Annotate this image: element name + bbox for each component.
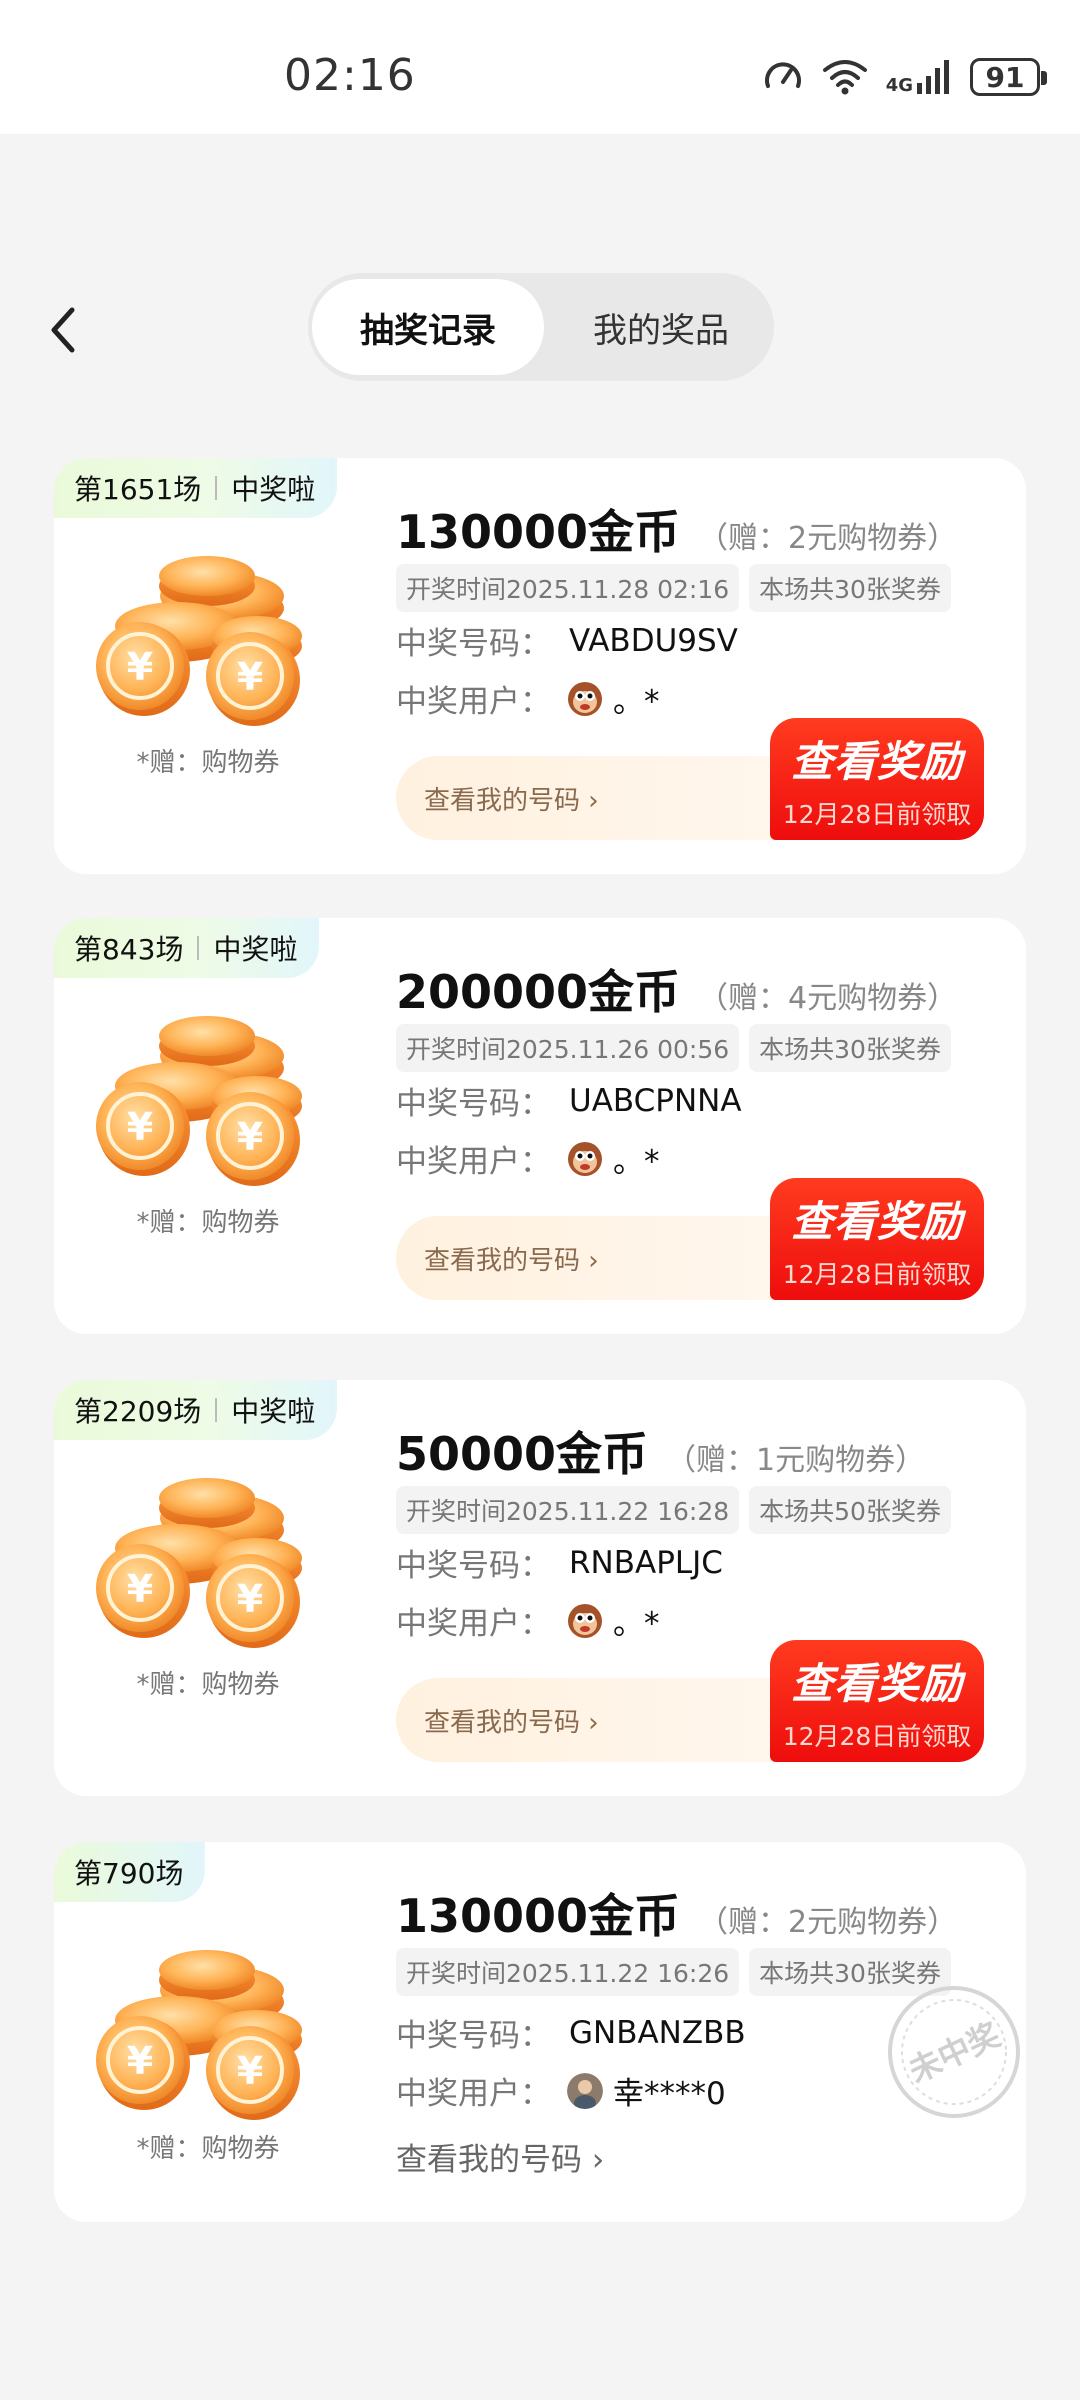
round-number: 第1651场: [74, 473, 202, 506]
prize-amount: 130000金币: [396, 1889, 681, 1943]
tab-switcher: 抽奖记录 我的奖品: [308, 273, 774, 381]
coin-pile-image: [94, 1948, 304, 2122]
view-my-code-link[interactable]: 查看我的号码 ›: [396, 2134, 604, 2179]
coin-pile-image: [94, 1476, 304, 1650]
view-reward-button[interactable]: 查看奖励 12月28日前领取: [770, 1640, 984, 1762]
stamp-label: 未中奖: [903, 2015, 1006, 2090]
winning-code: GNBANZBB: [569, 2014, 746, 2051]
winner-user: 幸****0: [613, 2076, 726, 2112]
speed-gauge-icon: [764, 62, 801, 88]
ticket-count: 本场共30张奖券: [749, 1024, 951, 1072]
reward-button-label: 查看奖励: [790, 737, 963, 786]
draw-time: 开奖时间2025.11.22 16:28: [396, 1486, 740, 1534]
round-tag: 第790场: [54, 1842, 206, 1902]
battery-indicator: 91: [970, 58, 1047, 96]
round-number: 第2209场: [74, 1395, 202, 1428]
status-time: 02:16: [284, 50, 416, 101]
prize-amount: 50000金币: [396, 1427, 649, 1481]
wifi-icon: [822, 60, 867, 95]
round-number: 第843场: [74, 933, 184, 966]
view-my-code-label: 查看我的号码 ›: [424, 785, 599, 816]
reward-deadline: 12月28日前领取: [782, 1260, 972, 1289]
code-label: 中奖号码：: [396, 2018, 551, 2054]
draw-time: 开奖时间2025.11.28 02:16: [396, 564, 740, 612]
avatar: [568, 1141, 602, 1176]
round-tag: 第2209场 中奖啦: [54, 1380, 338, 1440]
status-bar: 02:16 4G 91: [0, 0, 1080, 134]
gift-note: *赠：购物券: [136, 748, 280, 778]
reward-button-label: 查看奖励: [790, 1659, 963, 1708]
winning-code: VABDU9SV: [569, 622, 738, 659]
win-status: 中奖啦: [213, 933, 298, 966]
ticket-count: 本场共50张奖券: [749, 1486, 951, 1534]
user-label: 中奖用户：: [396, 1144, 551, 1180]
tab-my-prizes[interactable]: 我的奖品: [548, 279, 774, 375]
winner-user: 。*: [613, 684, 660, 720]
prize-bonus: （赠：2元购物券）: [698, 521, 958, 556]
avatar: [567, 2072, 603, 2109]
prize-amount: 200000金币: [396, 965, 681, 1019]
round-tag: 第1651场 中奖啦: [54, 458, 338, 518]
record-card[interactable]: 第843场 中奖啦 *赠：购物券 200000金币 （赠：4元购物券） 开奖时间…: [54, 918, 1026, 1334]
draw-time: 开奖时间2025.11.22 16:26: [396, 1948, 740, 1996]
code-label: 中奖号码：: [396, 1548, 551, 1584]
network-type: 4G: [885, 75, 913, 96]
winning-code: RNBAPLJC: [569, 1544, 723, 1581]
gift-note: *赠：购物券: [136, 1208, 280, 1238]
gift-note: *赠：购物券: [136, 2134, 280, 2164]
reward-deadline: 12月28日前领取: [782, 1722, 972, 1751]
prize-bonus: （赠：1元购物券）: [666, 1443, 926, 1478]
coin-pile-image: [94, 1014, 304, 1188]
user-label: 中奖用户：: [396, 1606, 551, 1642]
code-label: 中奖号码：: [396, 626, 551, 662]
round-number: 第790场: [74, 1857, 184, 1890]
view-my-code-label: 查看我的号码 ›: [424, 1245, 599, 1276]
back-arrow-icon[interactable]: [44, 300, 84, 360]
reward-deadline: 12月28日前领取: [782, 800, 972, 829]
user-label: 中奖用户：: [396, 2076, 551, 2112]
not-won-stamp: 未中奖: [888, 1986, 1020, 2118]
ticket-count: 本场共30张奖券: [749, 564, 951, 612]
prize-bonus: （赠：4元购物券）: [698, 981, 958, 1016]
win-status: 中奖啦: [231, 473, 316, 506]
reward-button-label: 查看奖励: [790, 1197, 963, 1246]
view-my-code-label: 查看我的号码 ›: [424, 1707, 599, 1738]
signal-icon: [917, 60, 949, 94]
status-icons: 4G 91: [762, 52, 1047, 102]
winner-user: 。*: [613, 1144, 660, 1180]
winner-user: 。*: [613, 1606, 660, 1642]
view-reward-button[interactable]: 查看奖励 12月28日前领取: [770, 1178, 984, 1300]
coin-pile-image: [94, 554, 304, 728]
code-label: 中奖号码：: [396, 1086, 551, 1122]
record-card[interactable]: 第2209场 中奖啦 *赠：购物券 50000金币 （赠：1元购物券） 开奖时间…: [54, 1380, 1026, 1796]
round-tag: 第843场 中奖啦: [54, 918, 320, 978]
avatar: [568, 1603, 602, 1638]
win-status: 中奖啦: [231, 1395, 316, 1428]
record-card[interactable]: 第1651场 中奖啦 *赠：购物券 130000金币 （赠：2元购物券） 开奖时…: [54, 458, 1026, 874]
draw-time: 开奖时间2025.11.26 00:56: [396, 1024, 740, 1072]
prize-bonus: （赠：2元购物券）: [698, 1905, 958, 1940]
tab-draw-records[interactable]: 抽奖记录: [312, 279, 544, 375]
view-reward-button[interactable]: 查看奖励 12月28日前领取: [770, 718, 984, 840]
battery-level: 91: [985, 60, 1025, 94]
winning-code: UABCPNNA: [569, 1082, 742, 1119]
avatar: [568, 681, 602, 716]
gift-note: *赠：购物券: [136, 1670, 280, 1700]
prize-amount: 130000金币: [396, 505, 681, 559]
record-card[interactable]: 第790场 *赠：购物券 130000金币 （赠：2元购物券） 开奖时间2025…: [54, 1842, 1026, 2222]
user-label: 中奖用户：: [396, 684, 551, 720]
